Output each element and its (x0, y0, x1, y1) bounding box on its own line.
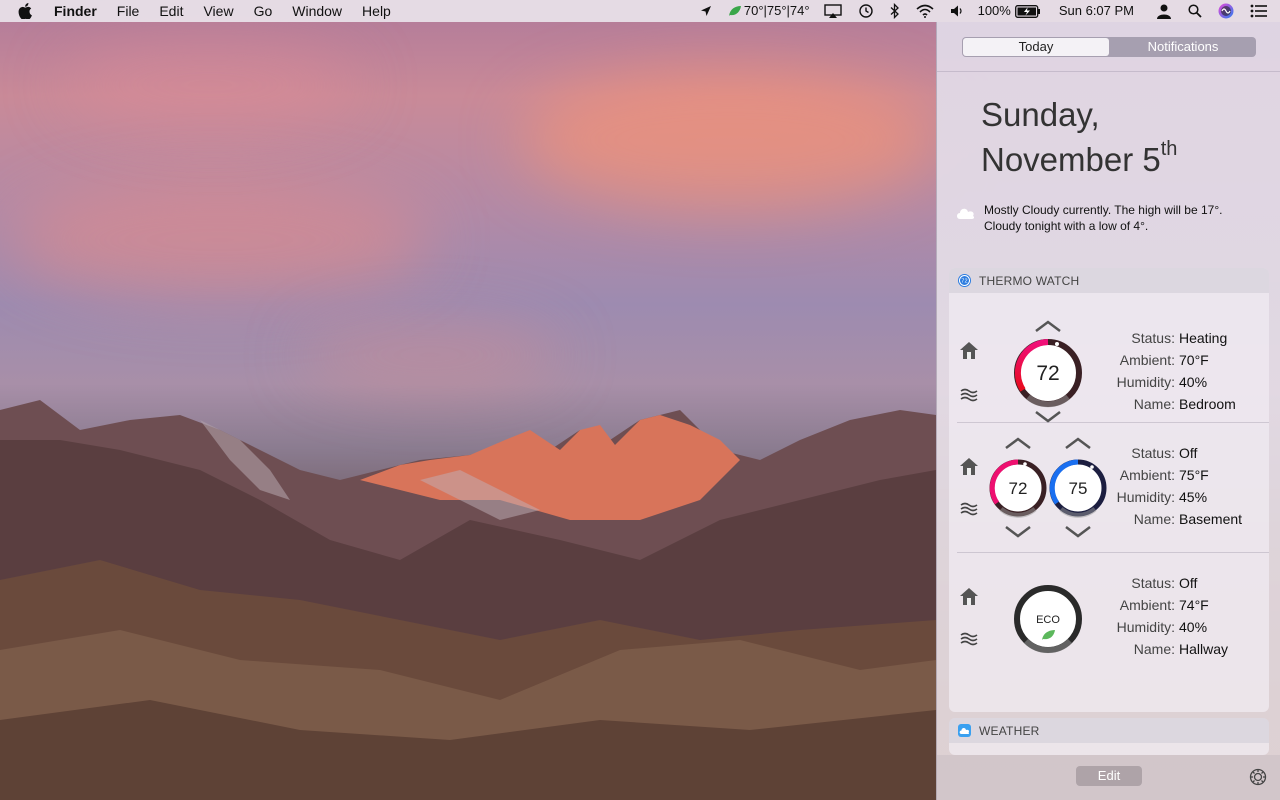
weather-widget-title: WEATHER (979, 723, 1040, 738)
apple-menu-icon[interactable] (18, 2, 36, 20)
heat-setpoint-up-chevron-icon[interactable] (1004, 437, 1032, 449)
fan-mode-icon[interactable] (959, 631, 979, 647)
name-value: Hallway (1179, 641, 1229, 657)
fan-mode-icon[interactable] (959, 387, 979, 403)
weather-summary-line2: Cloudy tonight with a low of 4°. (984, 219, 1149, 233)
thermo-status-text[interactable]: 70°|75°|74° (744, 0, 816, 22)
menu-bar: Finder File Edit View Go Window Help 70°… (0, 0, 1280, 22)
notification-center-icon[interactable] (1242, 0, 1280, 22)
thermo-widget-header[interactable]: 72 THERMO WATCH (949, 268, 1269, 293)
notification-center-panel: Today Notifications Sunday, November 5th… (936, 22, 1280, 800)
setpoint-up-chevron-icon[interactable] (1034, 320, 1062, 332)
ambient-value: 70°F (1179, 352, 1209, 368)
humidity-label: Humidity: (1116, 374, 1175, 390)
menu-edit[interactable]: Edit (149, 0, 193, 22)
menu-clock[interactable]: Sun 6:07 PM (1049, 0, 1148, 22)
weather-app-icon (958, 724, 971, 737)
thermostat-info: Status: Heating Ambient: 70°F Humidity: 40%… (1099, 327, 1264, 415)
weather-summary: Mostly Cloudy currently. The high will b… (955, 202, 1265, 234)
humidity-label: Humidity: (1116, 619, 1175, 635)
humidity-value: 45% (1179, 489, 1208, 505)
status-label: Status: (1131, 445, 1175, 461)
heat-setpoint-dial[interactable]: 72 (988, 458, 1048, 518)
thermostat-row-bedroom: 72 Status: Heating Ambient: 70°F Humidity:… (949, 293, 1269, 423)
siri-icon[interactable] (1210, 0, 1242, 22)
status-label: Status: (1131, 330, 1175, 346)
thermostat-row-basement: 72 75 Status: Off Ambient: 75°F Humidity: 4… (949, 423, 1269, 553)
wifi-icon[interactable] (908, 0, 942, 22)
thermostat-row-hallway: ECO Status: Off Ambient: 74°F Humidity: 40%… (949, 553, 1269, 703)
thermostat-setpoint: 72 (1036, 362, 1059, 385)
thermostat-info: Status: Off Ambient: 75°F Humidity: 45% Nam… (1099, 442, 1264, 530)
menu-window[interactable]: Window (282, 0, 352, 22)
nc-divider (937, 71, 1280, 72)
menu-app-name[interactable]: Finder (54, 0, 107, 22)
location-arrow-icon[interactable] (692, 0, 720, 22)
nc-bottom-bar: Edit (937, 755, 1280, 800)
date-ordinal-suffix: th (1160, 138, 1178, 160)
date-weekday: Sunday, (981, 96, 1100, 133)
date-month-day-text: November 5 (981, 141, 1161, 178)
name-value: Bedroom (1179, 396, 1236, 412)
airplay-icon[interactable] (816, 0, 850, 22)
cool-setpoint-down-chevron-icon[interactable] (1064, 526, 1092, 538)
user-icon[interactable] (1148, 0, 1180, 22)
thermo-watch-app-icon: 72 (958, 274, 971, 287)
cloud-icon (957, 208, 975, 219)
cool-setpoint-up-chevron-icon[interactable] (1064, 437, 1092, 449)
ambient-value: 75°F (1179, 467, 1209, 483)
menu-file[interactable]: File (107, 0, 150, 22)
volume-icon[interactable] (942, 0, 972, 22)
heat-setpoint-down-chevron-icon[interactable] (1004, 526, 1032, 538)
svg-text:72: 72 (961, 279, 968, 285)
menu-help[interactable]: Help (352, 0, 401, 22)
heat-setpoint-value: 72 (1009, 479, 1028, 498)
thermostat-dial[interactable]: 72 (1012, 337, 1084, 409)
name-label: Name: (1133, 641, 1175, 657)
nc-tab-switcher: Today Notifications (962, 37, 1256, 57)
gear-icon[interactable] (1249, 768, 1267, 786)
eco-dial[interactable]: ECO (1012, 583, 1084, 655)
thermo-watch-widget: 72 THERMO WATCH 72 Status: Heating Ambien… (949, 268, 1269, 712)
date-month-day: November 5th (981, 134, 1177, 179)
humidity-label: Humidity: (1116, 489, 1175, 505)
home-icon[interactable] (958, 456, 980, 476)
fan-mode-icon[interactable] (959, 501, 979, 517)
home-icon[interactable] (958, 340, 980, 360)
thermostat-info: Status: Off Ambient: 74°F Humidity: 40% Nam… (1099, 572, 1264, 660)
ambient-value: 74°F (1179, 597, 1209, 613)
ambient-label: Ambient: (1119, 352, 1175, 368)
status-value: Heating (1179, 330, 1228, 346)
status-value: Off (1179, 445, 1198, 461)
leaf-icon[interactable] (720, 0, 744, 22)
ambient-label: Ambient: (1119, 467, 1175, 483)
status-value: Off (1179, 575, 1198, 591)
time-machine-icon[interactable] (850, 0, 882, 22)
name-label: Name: (1133, 511, 1175, 527)
ambient-label: Ambient: (1119, 597, 1175, 613)
name-value: Basement (1179, 511, 1243, 527)
humidity-value: 40% (1179, 374, 1208, 390)
cool-setpoint-value: 75 (1069, 479, 1088, 498)
status-label: Status: (1131, 575, 1175, 591)
spotlight-search-icon[interactable] (1180, 0, 1210, 22)
weather-widget: WEATHER (949, 718, 1269, 755)
tab-notifications[interactable]: Notifications (1110, 37, 1256, 57)
tab-today[interactable]: Today (963, 38, 1109, 56)
name-label: Name: (1133, 396, 1175, 412)
menu-go[interactable]: Go (244, 0, 283, 22)
eco-label: ECO (1036, 614, 1060, 626)
battery-icon[interactable] (1013, 0, 1049, 22)
today-date: Sunday, November 5th (981, 96, 1177, 179)
edit-button[interactable]: Edit (1076, 766, 1142, 786)
weather-widget-header[interactable]: WEATHER (949, 718, 1269, 743)
battery-percent[interactable]: 100% (972, 0, 1013, 22)
thermo-widget-title: THERMO WATCH (979, 273, 1080, 288)
home-icon[interactable] (958, 586, 980, 606)
menu-view[interactable]: View (193, 0, 243, 22)
humidity-value: 40% (1179, 619, 1208, 635)
bluetooth-icon[interactable] (882, 0, 908, 22)
weather-summary-line1: Mostly Cloudy currently. The high will b… (984, 203, 1223, 217)
